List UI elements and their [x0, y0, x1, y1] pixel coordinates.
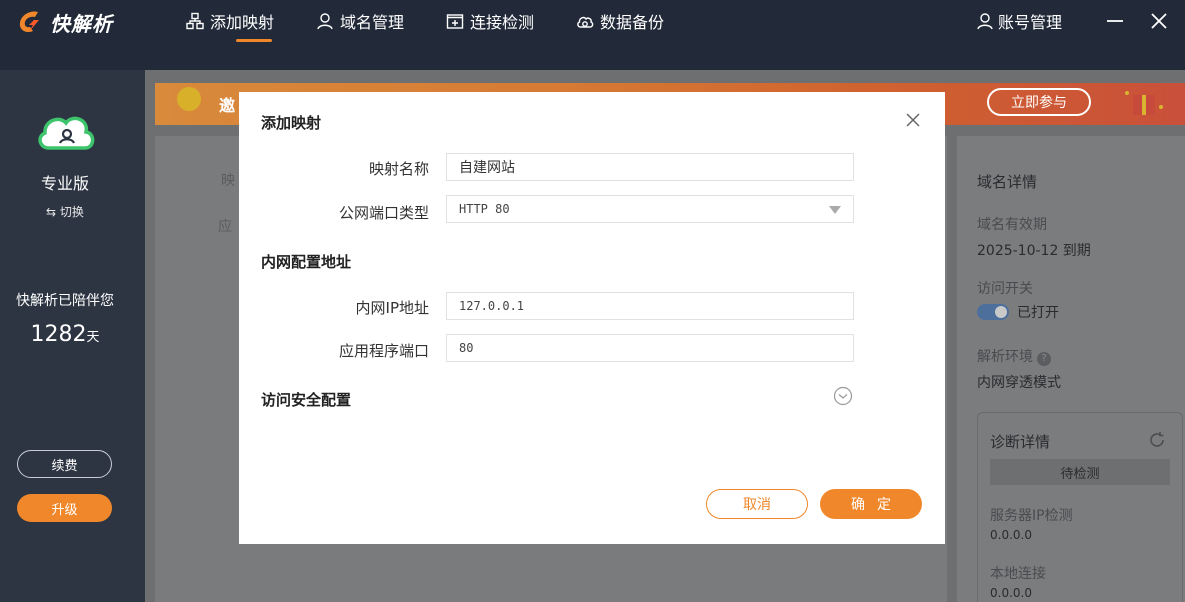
user-icon [317, 13, 333, 30]
port-type-label: 公网端口类型 [338, 204, 429, 222]
app-name: 快解析 [50, 11, 113, 36]
nav-label: 域名管理 [340, 13, 405, 32]
local-conn-label: 本地连接 [990, 566, 1046, 582]
banner-text: 邀 [219, 96, 236, 115]
access-switch-label: 访问开关 [977, 281, 1033, 297]
refresh-icon[interactable] [1148, 431, 1166, 449]
minimize-button[interactable] [1102, 8, 1128, 34]
left-sidebar: 专业版 ⇆ 切换 快解析已陪伴您 1282天 续费 升级 [0, 70, 145, 602]
renew-button[interactable]: 续费 [17, 450, 112, 478]
app-logo: 快解析 [16, 6, 113, 38]
diagnosis-title: 诊断详情 [990, 433, 1051, 451]
nav-label: 连接检测 [470, 13, 535, 32]
port-type-value: HTTP 80 [459, 202, 510, 216]
upgrade-button[interactable]: 升级 [17, 494, 112, 522]
diagnosis-status: 待检测 [990, 459, 1170, 485]
app-port-label: 应用程序端口 [338, 342, 429, 360]
window-close-button[interactable] [1146, 8, 1172, 34]
coin-icon [177, 87, 201, 111]
nav-item-domain-management[interactable]: 域名管理 [316, 0, 404, 42]
nav-item-connection-check[interactable]: 连接检测 [446, 0, 534, 42]
dropdown-arrow-icon [829, 206, 841, 214]
nav-label: 添加映射 [210, 13, 275, 32]
switch-label: 切换 [59, 205, 84, 219]
security-section-title: 访问安全配置 [261, 391, 352, 409]
intranet-section-title: 内网配置地址 [261, 253, 352, 271]
bg-label-app: 应 [218, 219, 232, 235]
cancel-button[interactable]: 取消 [706, 489, 808, 519]
mapping-name-label: 映射名称 [368, 160, 429, 178]
days-unit: 天 [86, 330, 100, 345]
accompany-text: 快解析已陪伴您 [16, 293, 114, 309]
help-icon[interactable]: ? [1037, 352, 1051, 366]
env-value: 内网穿透模式 [977, 375, 1061, 391]
add-mapping-dialog: 添加映射 映射名称 自建网站 公网端口类型 HTTP 80 内网配置地址 内网I… [239, 92, 945, 544]
diagnosis-card: 诊断详情 待检测 服务器IP检测 0.0.0.0 本地连接 0.0.0.0 [977, 412, 1183, 602]
toggle-switch[interactable] [977, 304, 1009, 320]
cloud-backup-icon [577, 16, 594, 28]
gift-icon [1125, 91, 1163, 115]
server-ip-value: 0.0.0.0 [990, 528, 1032, 542]
switch-edition-link[interactable]: ⇆ 切换 [0, 203, 130, 220]
nav-item-add-mapping[interactable]: 添加映射 [186, 0, 274, 42]
account-label: 账号管理 [998, 13, 1063, 32]
env-label: 解析环境 [977, 349, 1033, 365]
ip-label: 内网IP地址 [355, 299, 429, 317]
close-icon [1151, 13, 1167, 29]
confirm-button[interactable]: 确定 [820, 489, 922, 519]
app-port-input[interactable]: 80 [446, 334, 854, 362]
server-ip-label: 服务器IP检测 [990, 508, 1073, 524]
plus-square-icon [446, 14, 464, 29]
logo-icon [19, 11, 40, 33]
env-label-row: 解析环境? [977, 346, 1051, 366]
close-icon [906, 113, 920, 127]
domain-details-title: 域名详情 [977, 173, 1038, 191]
join-now-button[interactable]: 立即参与 [987, 88, 1091, 116]
nav-item-data-backup[interactable]: 数据备份 [576, 0, 664, 42]
top-bar: 快解析 添加映射 域名管理 连接检测 数据备份 账号管理 [0, 0, 1185, 70]
validity-value: 2025-10-12 到期 [977, 243, 1091, 259]
bg-label-mapping: 映 [221, 173, 235, 189]
minimize-icon [1107, 20, 1123, 22]
port-type-select[interactable]: HTTP 80 [446, 195, 854, 223]
main-nav: 添加映射 域名管理 连接检测 数据备份 [186, 0, 706, 42]
local-conn-value: 0.0.0.0 [990, 586, 1032, 600]
mapping-name-input[interactable]: 自建网站 [446, 153, 854, 181]
nav-label: 数据备份 [600, 13, 665, 32]
switch-icon: ⇆ [46, 205, 60, 219]
chevron-down-icon[interactable] [833, 386, 853, 406]
days-counter: 1282天 [0, 322, 130, 347]
mapping-icon [186, 12, 204, 30]
account-management[interactable]: 账号管理 [976, 0, 1062, 42]
domain-details-panel: 域名详情 域名有效期 2025-10-12 到期 访问开关 已打开 解析环境? … [957, 136, 1185, 602]
user-icon [977, 13, 993, 30]
validity-label: 域名有效期 [977, 217, 1047, 233]
cloud-user-icon [38, 116, 95, 150]
ip-input[interactable]: 127.0.0.1 [446, 292, 854, 320]
days-value: 1282 [30, 322, 87, 347]
dialog-close-button[interactable] [903, 110, 923, 130]
edition-label: 专业版 [40, 174, 89, 193]
access-switch-state: 已打开 [1017, 305, 1059, 321]
access-switch[interactable]: 已打开 [977, 302, 1059, 322]
dialog-title: 添加映射 [261, 114, 322, 132]
